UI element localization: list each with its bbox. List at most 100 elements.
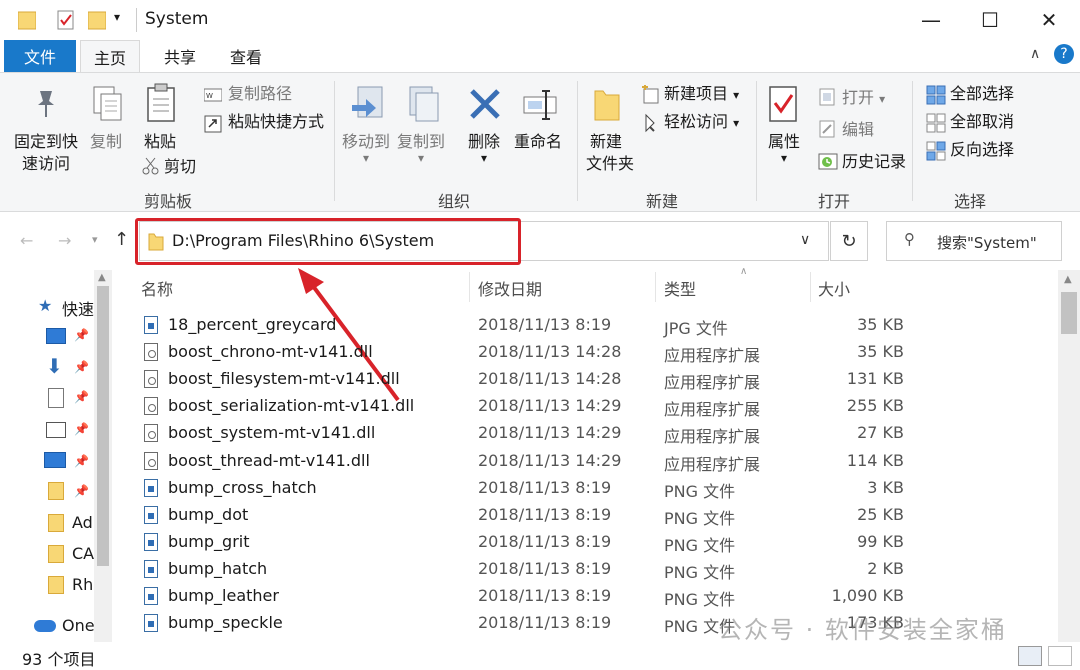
details-view-icon[interactable] <box>1018 646 1042 666</box>
minimize-button[interactable]: — <box>902 0 960 40</box>
cut-button[interactable]: 剪切 <box>164 156 196 178</box>
move-to-button[interactable]: 移动到 ▾ <box>342 131 390 165</box>
large-icons-view-icon[interactable] <box>1048 646 1072 666</box>
open-button[interactable]: 打开 ▾ <box>842 87 885 110</box>
nav-item-0[interactable]: Ad <box>72 513 93 532</box>
rename-button[interactable]: 重命名 <box>514 131 562 153</box>
table-row[interactable]: 18_percent_greycard 2018/11/13 8:19 JPG 文件… <box>140 312 1050 339</box>
folder-icon[interactable] <box>17 10 37 30</box>
file-date: 2018/11/13 8:19 <box>478 504 612 524</box>
refresh-icon[interactable]: ↻ <box>830 221 868 261</box>
column-divider[interactable] <box>469 272 470 302</box>
table-row[interactable]: bump_dot 2018/11/13 8:19 PNG 文件 25 KB <box>140 502 1050 529</box>
file-date: 2018/11/13 8:19 <box>478 531 612 551</box>
select-none-button[interactable]: 全部取消 <box>950 111 1014 133</box>
invert-selection-button[interactable]: 反向选择 <box>950 139 1014 161</box>
folder-icon[interactable] <box>48 482 64 500</box>
pictures-icon[interactable] <box>46 422 66 438</box>
table-row[interactable]: bump_hatch 2018/11/13 8:19 PNG 文件 2 KB <box>140 556 1050 583</box>
nav-item-1[interactable]: CA <box>72 544 94 563</box>
file-name: boost_serialization-mt-v141.dll <box>168 396 415 416</box>
table-row[interactable]: bump_cross_hatch 2018/11/13 8:19 PNG 文件 3 K… <box>140 475 1050 502</box>
file-size: 3 KB <box>867 477 904 497</box>
file-date: 2018/11/13 14:28 <box>478 342 622 362</box>
file-type: 应用程序扩展 <box>664 454 761 474</box>
copy-icon <box>92 85 124 127</box>
copy-path-icon: W <box>203 87 223 107</box>
column-header-date[interactable]: 修改日期 <box>478 272 542 304</box>
customize-toolbar-dropdown-icon[interactable]: ▾ <box>114 10 120 24</box>
scroll-up-icon[interactable]: ▲ <box>98 272 106 283</box>
maximize-button[interactable]: ☐ <box>961 0 1019 40</box>
column-header-size[interactable]: 大小 <box>818 272 850 304</box>
table-row[interactable]: boost_thread-mt-v141.dll 2018/11/13 14:29… <box>140 448 1050 475</box>
desktop-icon[interactable] <box>46 328 66 344</box>
documents-icon[interactable] <box>48 388 64 408</box>
easy-access-button[interactable]: 轻松访问 ▾ <box>664 111 739 134</box>
this-pc-icon[interactable] <box>44 452 66 468</box>
file-type: 应用程序扩展 <box>664 346 761 366</box>
table-row[interactable]: bump_grit 2018/11/13 8:19 PNG 文件 99 KB <box>140 529 1050 556</box>
copy-to-button[interactable]: 复制到 ▾ <box>397 131 446 164</box>
tab-share[interactable]: 共享 <box>150 40 210 72</box>
file-list-scrollbar-thumb[interactable] <box>1061 292 1077 334</box>
status-bar: 93 个项目 <box>0 642 1080 670</box>
new-item-button[interactable]: 新建项目 ▾ <box>664 83 739 106</box>
pin-quick-access-button[interactable]: 固定到快 速访问 <box>14 131 78 175</box>
ribbon-collapse-icon[interactable]: ∧ <box>1030 46 1040 62</box>
clipboard-group-label: 剪贴板 <box>144 192 193 211</box>
delete-button[interactable]: 删除 ▾ <box>468 131 500 164</box>
back-arrow-icon[interactable]: ← <box>20 231 33 250</box>
pin-label-1: 固定到快 <box>14 132 79 151</box>
help-icon[interactable]: ? <box>1054 44 1074 64</box>
table-row[interactable]: boost_chrono-mt-v141.dll 2018/11/13 14:28… <box>140 339 1050 366</box>
select-all-icon <box>926 85 946 109</box>
nav-scrollbar-thumb[interactable] <box>97 286 109 566</box>
tab-view[interactable]: 查看 <box>216 40 276 72</box>
file-list-scrollbar[interactable]: ▲ <box>1058 270 1080 642</box>
file-name: boost_thread-mt-v141.dll <box>168 450 370 470</box>
table-row[interactable]: boost_serialization-mt-v141.dll 2018/11/1… <box>140 393 1050 420</box>
open-icon <box>818 87 836 111</box>
copy-button[interactable]: 复制 <box>90 131 122 153</box>
column-header-name[interactable]: 名称 <box>141 272 173 304</box>
pin-icon <box>30 87 60 123</box>
select-all-button[interactable]: 全部选择 <box>950 83 1014 105</box>
table-row[interactable]: boost_filesystem-mt-v141.dll 2018/11/13 1… <box>140 366 1050 393</box>
quick-access-label[interactable]: 快速 <box>62 296 94 320</box>
edit-button[interactable]: 编辑 <box>842 119 874 141</box>
file-name: 18_percent_greycard <box>168 315 337 334</box>
properties-button[interactable]: 属性 ▾ <box>768 131 800 164</box>
column-header-type[interactable]: 类型 <box>664 272 696 304</box>
address-dropdown-chevron-icon[interactable]: ∨ <box>800 232 810 248</box>
paste-shortcut-button[interactable]: 粘贴快捷方式 <box>228 111 324 133</box>
easy-access-icon <box>640 113 660 137</box>
file-size: 99 KB <box>857 531 904 551</box>
new-folder-icon[interactable] <box>87 10 107 30</box>
scroll-up-icon[interactable]: ▲ <box>1064 274 1072 285</box>
properties-check-icon[interactable] <box>56 10 74 30</box>
new-folder-button[interactable]: 新建 文件夹 <box>586 131 634 175</box>
nav-onedrive[interactable]: One <box>62 616 95 635</box>
copy-to-label: 复制到 <box>397 132 446 151</box>
table-row[interactable]: boost_system-mt-v141.dll 2018/11/13 14:29… <box>140 420 1050 447</box>
up-arrow-icon[interactable]: ↑ <box>114 229 129 250</box>
nav-item-2[interactable]: Rh <box>72 575 93 594</box>
properties-icon <box>768 85 800 127</box>
tab-file[interactable]: 文件 <box>4 40 76 72</box>
history-button[interactable]: 历史记录 <box>842 151 906 173</box>
forward-arrow-icon[interactable]: → <box>58 231 71 250</box>
close-button[interactable]: ✕ <box>1020 0 1078 40</box>
column-divider[interactable] <box>810 272 811 302</box>
move-to-dropdown-icon: ▾ <box>362 151 370 165</box>
copy-path-button[interactable]: 复制路径 <box>228 83 292 105</box>
downloads-icon[interactable]: ⬇ <box>46 356 63 376</box>
paste-button[interactable]: 粘贴 <box>144 131 176 153</box>
folder-icon <box>48 545 64 563</box>
table-row[interactable]: bump_leather 2018/11/13 8:19 PNG 文件 1,090 K… <box>140 583 1050 610</box>
column-divider[interactable] <box>655 272 656 302</box>
pin-icon: 📌 <box>74 390 89 404</box>
recent-locations-chevron-icon[interactable]: ▾ <box>92 233 98 246</box>
tab-home[interactable]: 主页 <box>80 40 140 73</box>
nav-scrollbar[interactable]: ▲ <box>94 270 112 642</box>
